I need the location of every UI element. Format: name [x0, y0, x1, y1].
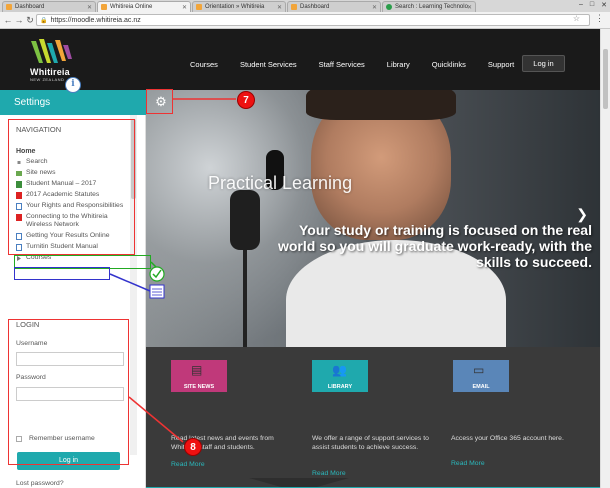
bookmark-star-icon[interactable]: ☆	[573, 14, 580, 23]
page-scroll-thumb[interactable]	[603, 49, 608, 109]
lock-icon: 🔒	[40, 17, 48, 24]
tab-favicon-icon	[196, 4, 202, 10]
close-icon[interactable]: ✕	[467, 4, 472, 11]
page-scrollbar[interactable]	[600, 29, 610, 488]
forward-icon[interactable]: →	[14, 15, 24, 25]
info-icon: i	[65, 77, 81, 93]
tab-favicon-icon	[291, 4, 297, 10]
minimize-icon[interactable]: –	[579, 1, 583, 9]
maximize-icon[interactable]: □	[590, 1, 594, 9]
browser-tab-2[interactable]: Whitireia Online ✕	[97, 1, 191, 12]
url-input[interactable]: 🔒 https://moodle.whitireia.ac.nz	[36, 14, 590, 26]
tab-favicon-icon	[386, 4, 392, 10]
browser-tab-5[interactable]: Search : Learning Technolo ✕	[382, 1, 476, 12]
address-bar: ← → ↻ 🔒 https://moodle.whitireia.ac.nz ☆…	[0, 12, 610, 29]
website: Whitireia NEW ZEALAND Courses Student Se…	[0, 29, 600, 488]
annotation-badge-8: 8	[184, 438, 202, 456]
browser-tab-3[interactable]: Orientation » Whitireia ✕	[192, 1, 286, 12]
close-icon[interactable]: ✕	[372, 4, 377, 11]
close-icon[interactable]: ✕	[87, 4, 92, 11]
tab-favicon-icon	[101, 4, 107, 10]
reload-icon[interactable]: ↻	[25, 15, 35, 26]
annotation-lines	[109, 98, 236, 443]
browser-tab-1[interactable]: Dashboard ✕	[2, 1, 96, 12]
close-window-icon[interactable]: ✕	[601, 1, 607, 9]
back-icon[interactable]: ←	[3, 15, 13, 25]
tab-favicon-icon	[6, 4, 12, 10]
close-icon[interactable]: ✕	[277, 4, 282, 11]
browser-tab-4[interactable]: Dashboard ✕	[287, 1, 381, 12]
browser-menu-icon[interactable]: ⋮	[595, 13, 604, 24]
annotation-badge-7: 7	[237, 91, 255, 109]
window-controls: – □ ✕	[579, 1, 607, 9]
browser-tab-bar: Dashboard ✕ Whitireia Online ✕ Orientation…	[0, 0, 610, 12]
close-icon[interactable]: ✕	[182, 4, 187, 11]
